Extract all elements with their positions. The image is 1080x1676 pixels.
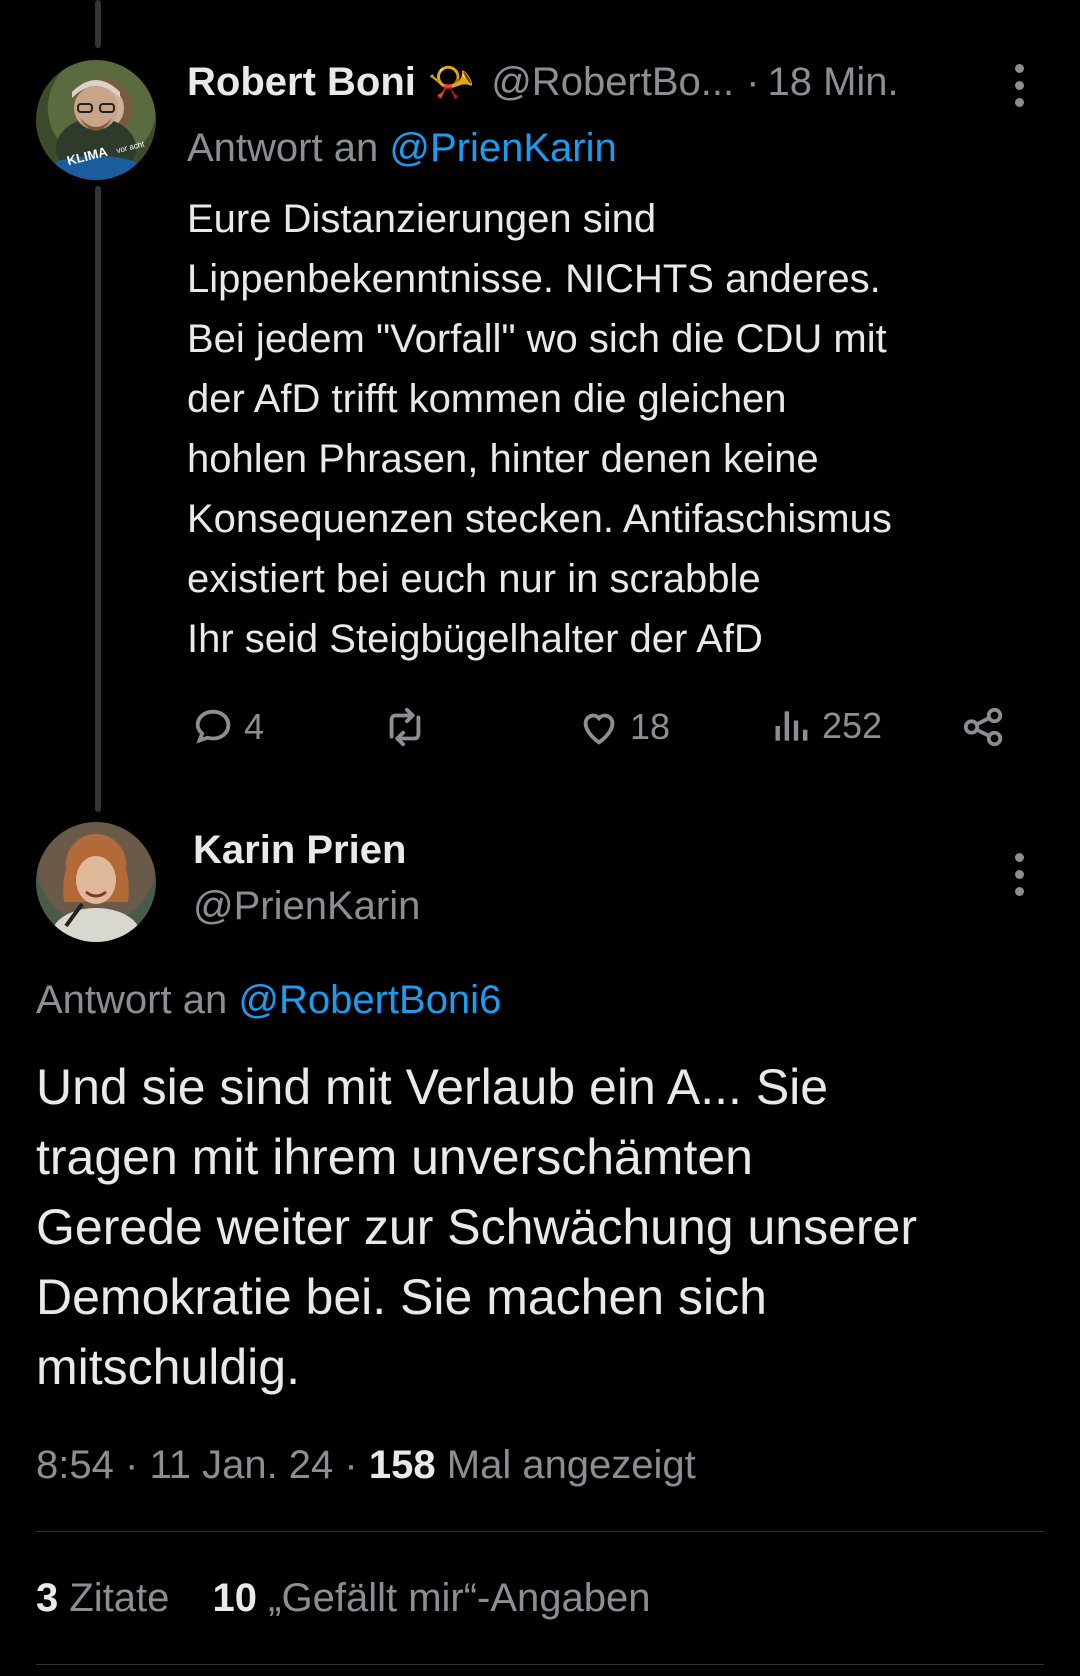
reply-to-link[interactable]: @RobertBoni6 (238, 978, 501, 1022)
text-line: hohlen Phrasen, hinter denen keine (187, 437, 819, 481)
tweet-meta: 8:54 · 11 Jan. 24 · 158 Mal angezeigt (36, 1443, 696, 1488)
author-name[interactable]: Robert Boni (187, 60, 416, 105)
retweet-icon (389, 707, 421, 747)
share-icon (963, 707, 1003, 747)
reply-count: 4 (244, 706, 265, 747)
main-tweet-text: Und sie sind mit Verlaub ein A... Sie tr… (36, 1052, 917, 1402)
share-button[interactable] (960, 704, 1006, 750)
text-line: Und sie sind mit Verlaub ein A... Sie (36, 1059, 829, 1115)
divider (36, 1531, 1044, 1532)
like-count: 18 (630, 706, 671, 747)
reply-to-line: Antwort an @RobertBoni6 (36, 978, 501, 1023)
text-line: der AfD trifft kommen die gleichen (187, 377, 787, 421)
text-line: tragen mit ihrem unverschämten (36, 1129, 753, 1185)
text-line: Bei jedem "Vorfall" wo sich die CDU mit (187, 317, 887, 361)
text-line: Gerede weiter zur Schwächung unserer (36, 1199, 918, 1255)
engagement-stats: 3 Zitate 10 „Gefällt mir“-Angaben (36, 1576, 651, 1621)
author-name[interactable]: Karin Prien (193, 828, 406, 873)
author-handle[interactable]: @PrienKarin (193, 884, 420, 929)
meta-separator: · (344, 1443, 358, 1487)
author-handle[interactable]: @RobertBo... (491, 60, 734, 105)
text-line: Lippenbekenntnisse. NICHTS anderes. (187, 257, 881, 301)
reply-icon (195, 709, 231, 744)
reply-prefix: Antwort an (187, 126, 379, 170)
text-line: mitschuldig. (36, 1339, 300, 1395)
retweet-button[interactable] (380, 704, 430, 750)
text-line: Konsequenzen stecken. Antifaschismus (187, 497, 892, 541)
likes-count: 10 (212, 1576, 258, 1620)
avatar-robert-boni[interactable]: KLIMA vor acht (36, 60, 156, 180)
views-count: 158 (368, 1443, 436, 1487)
tweet-date[interactable]: 11 Jan. 24 (149, 1443, 333, 1487)
likes-link[interactable]: 10 „Gefällt mir“-Angaben (213, 1576, 651, 1620)
more-options-icon[interactable] (1015, 853, 1025, 904)
like-button[interactable]: 18 (576, 704, 670, 750)
text-line: Eure Distanzierungen sind (187, 197, 657, 241)
avatar-image (50, 80, 142, 180)
postal-horn-icon: 📯 (427, 61, 476, 104)
reply-button[interactable]: 4 (190, 704, 264, 750)
meta-separator: · (124, 1443, 139, 1487)
avatar-karin-prien[interactable] (36, 822, 156, 942)
heart-icon (583, 713, 615, 745)
views-button[interactable]: 252 (770, 704, 882, 748)
time-separator: · (746, 60, 760, 104)
quotes-count: 3 (36, 1576, 59, 1620)
reply-prefix: Antwort an (36, 978, 228, 1022)
text-line: Demokratie bei. Sie machen sich (36, 1269, 767, 1325)
quotes-label: Zitate (69, 1576, 170, 1620)
reply-to-line: Antwort an @PrienKarin (187, 126, 617, 171)
thread-line-connector (95, 186, 101, 812)
text-line: Ihr seid Steigbügelhalter der AfD (187, 617, 763, 661)
quotes-link[interactable]: 3 Zitate (36, 1576, 181, 1620)
thread-line-top (95, 0, 101, 48)
likes-label: „Gefällt mir“-Angaben (268, 1576, 651, 1620)
views-count: 252 (822, 705, 883, 746)
text-line: existiert bei euch nur in scrabble (187, 557, 761, 601)
more-options-icon[interactable] (1015, 64, 1025, 115)
tweet-time[interactable]: 18 Min. (767, 60, 898, 105)
reply-tweet-text: Eure Distanzierungen sind Lippenbekenntn… (187, 189, 892, 669)
views-icon (775, 711, 808, 741)
avatar-image (52, 844, 140, 942)
tweet-time[interactable]: 8:54 (36, 1443, 114, 1487)
divider (36, 1664, 1044, 1665)
reply-to-link[interactable]: @PrienKarin (389, 126, 616, 170)
reply-tweet-header: Robert Boni 📯 @RobertBo... · 18 Min. (187, 60, 899, 105)
views-label: Mal angezeigt (446, 1443, 696, 1487)
